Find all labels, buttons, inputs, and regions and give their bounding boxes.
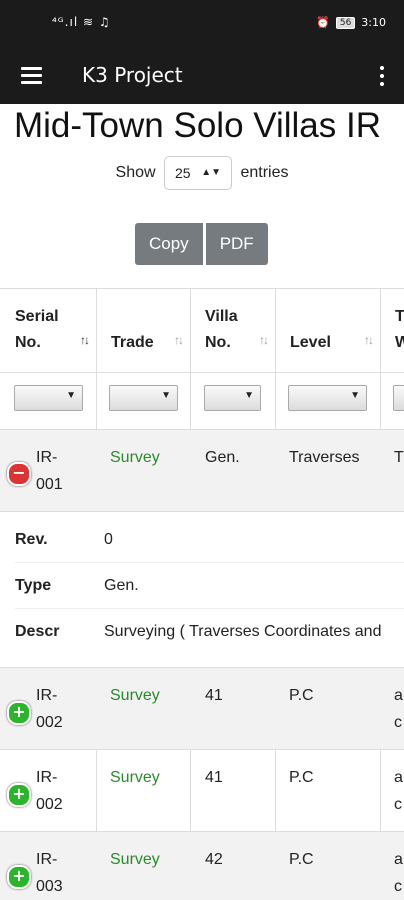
copy-button[interactable]: Copy bbox=[135, 223, 203, 265]
row3-serial: IR- 002 bbox=[36, 764, 63, 818]
row4-level: P.C bbox=[289, 851, 314, 868]
row1-level: Traverses bbox=[289, 449, 360, 466]
caret-down-icon: ▼ bbox=[161, 390, 171, 401]
status-time: 3:10 bbox=[361, 16, 386, 29]
detail-type-label: Type bbox=[15, 577, 52, 594]
row1-serial-b: 001 bbox=[36, 476, 63, 493]
expand-row-icon[interactable]: + bbox=[7, 701, 31, 725]
entries-label: entries bbox=[240, 164, 289, 182]
hamburger-icon[interactable] bbox=[20, 64, 44, 88]
row1-trade[interactable]: Survey bbox=[110, 444, 160, 471]
row3-extra: ac bbox=[394, 764, 403, 818]
show-label: Show bbox=[115, 164, 156, 182]
row1-extra: T bbox=[394, 449, 404, 466]
length-menu: Show 25 ▲▼ entries bbox=[0, 156, 404, 190]
filter-type-select[interactable] bbox=[393, 385, 404, 411]
row3-trade[interactable]: Survey bbox=[110, 764, 160, 791]
row2-trade[interactable]: Survey bbox=[110, 682, 160, 709]
alarm-icon: ⏰ bbox=[316, 16, 330, 29]
sort-asc-icon: ↑↓ bbox=[80, 333, 90, 347]
row2-serial-a: IR- bbox=[36, 687, 58, 704]
entries-select-value: 25 bbox=[175, 165, 191, 181]
row3-serial-b: 002 bbox=[36, 796, 63, 813]
row1-divider bbox=[0, 511, 404, 512]
row2-villa: 41 bbox=[205, 687, 223, 704]
col-type-line1: T bbox=[395, 308, 404, 325]
row3-level: P.C bbox=[289, 769, 314, 786]
app-title: K3 Project bbox=[82, 63, 183, 87]
row2-extra-b: c bbox=[394, 714, 402, 731]
row2-level: P.C bbox=[289, 687, 314, 704]
sort-icon: ↑↓ bbox=[174, 333, 184, 347]
col-header-trade[interactable]: Trade ↑↓ bbox=[96, 289, 190, 373]
expand-row-icon[interactable]: + bbox=[7, 865, 31, 889]
row4-villa: 42 bbox=[205, 851, 223, 868]
col-serial-line2: No. bbox=[15, 334, 41, 351]
row4-serial: IR- 003 bbox=[36, 846, 63, 900]
filter-villa-select[interactable]: ▼ bbox=[204, 385, 261, 411]
col-type-line2: W bbox=[395, 334, 404, 351]
col-villa-line2: No. bbox=[205, 334, 231, 351]
col-header-type[interactable]: TW bbox=[380, 289, 404, 373]
row2-serial-b: 002 bbox=[36, 714, 63, 731]
detail-rev-label: Rev. bbox=[15, 531, 48, 548]
signal-indicators: ⁴ᴳ.ıl ≋ ♫ bbox=[52, 15, 111, 29]
row2-extra: ac bbox=[394, 682, 403, 736]
col-serial-line1: Serial bbox=[15, 308, 59, 325]
row4-serial-a: IR- bbox=[36, 851, 58, 868]
row4-trade[interactable]: Survey bbox=[110, 846, 160, 873]
sort-icon: ↑↓ bbox=[364, 333, 374, 347]
row3-serial-a: IR- bbox=[36, 769, 58, 786]
row4-extra-a: a bbox=[394, 851, 403, 868]
detail-divider bbox=[15, 562, 404, 563]
row4-extra-b: c bbox=[394, 878, 402, 895]
pdf-button[interactable]: PDF bbox=[205, 223, 268, 265]
row1-villa: Gen. bbox=[205, 449, 240, 466]
filter-trade-select[interactable]: ▼ bbox=[109, 385, 178, 411]
collapse-row-icon[interactable]: − bbox=[7, 462, 31, 486]
col-villa-line1: Villa bbox=[205, 308, 238, 325]
caret-down-icon: ▼ bbox=[350, 390, 360, 401]
detail-descr-value: Surveying ( Traverses Coordinates and bbox=[104, 623, 382, 640]
expand-row-icon[interactable]: + bbox=[7, 783, 31, 807]
col-header-level[interactable]: Level ↑↓ bbox=[275, 289, 380, 373]
detail-rev-value: 0 bbox=[104, 531, 113, 548]
row2-divider bbox=[0, 749, 404, 750]
entries-select[interactable]: 25 ▲▼ bbox=[164, 156, 232, 190]
app-bar: K3 Project bbox=[0, 50, 404, 104]
row1-serial-a: IR- bbox=[36, 449, 58, 466]
battery-icon: 56 bbox=[335, 16, 356, 29]
page-title: Mid-Town Solo Villas IR bbox=[14, 106, 381, 145]
row2-extra-a: a bbox=[394, 687, 403, 704]
row2-serial: IR- 002 bbox=[36, 682, 63, 736]
row4-extra: ac bbox=[394, 846, 403, 900]
row4-serial-b: 003 bbox=[36, 878, 63, 895]
caret-down-icon: ▼ bbox=[66, 390, 76, 401]
status-right: ⏰ 56 3:10 bbox=[316, 16, 386, 29]
export-buttons: Copy PDF bbox=[135, 223, 268, 265]
caret-down-icon: ▼ bbox=[244, 390, 254, 401]
detail-descr-label: Descr bbox=[15, 623, 60, 640]
row3-villa: 41 bbox=[205, 769, 223, 786]
detail-type-value: Gen. bbox=[104, 577, 139, 594]
status-bar: ⁴ᴳ.ıl ≋ ♫ ⏰ 56 3:10 bbox=[0, 0, 404, 50]
filter-serial-select[interactable]: ▼ bbox=[14, 385, 83, 411]
col-trade-label: Trade bbox=[111, 334, 154, 351]
detail-divider bbox=[15, 608, 404, 609]
col-level-label: Level bbox=[290, 334, 331, 351]
filter-level-select[interactable]: ▼ bbox=[288, 385, 367, 411]
row1-serial: IR- 001 bbox=[36, 444, 63, 498]
more-vert-icon[interactable] bbox=[378, 64, 386, 88]
select-arrows-icon: ▲▼ bbox=[201, 167, 221, 178]
row3-extra-b: c bbox=[394, 796, 402, 813]
row3-extra-a: a bbox=[394, 769, 403, 786]
col-header-serial[interactable]: Serial No. ↑↓ bbox=[0, 289, 96, 373]
col-header-villa[interactable]: Villa No. ↑↓ bbox=[190, 289, 275, 373]
sort-icon: ↑↓ bbox=[259, 333, 269, 347]
